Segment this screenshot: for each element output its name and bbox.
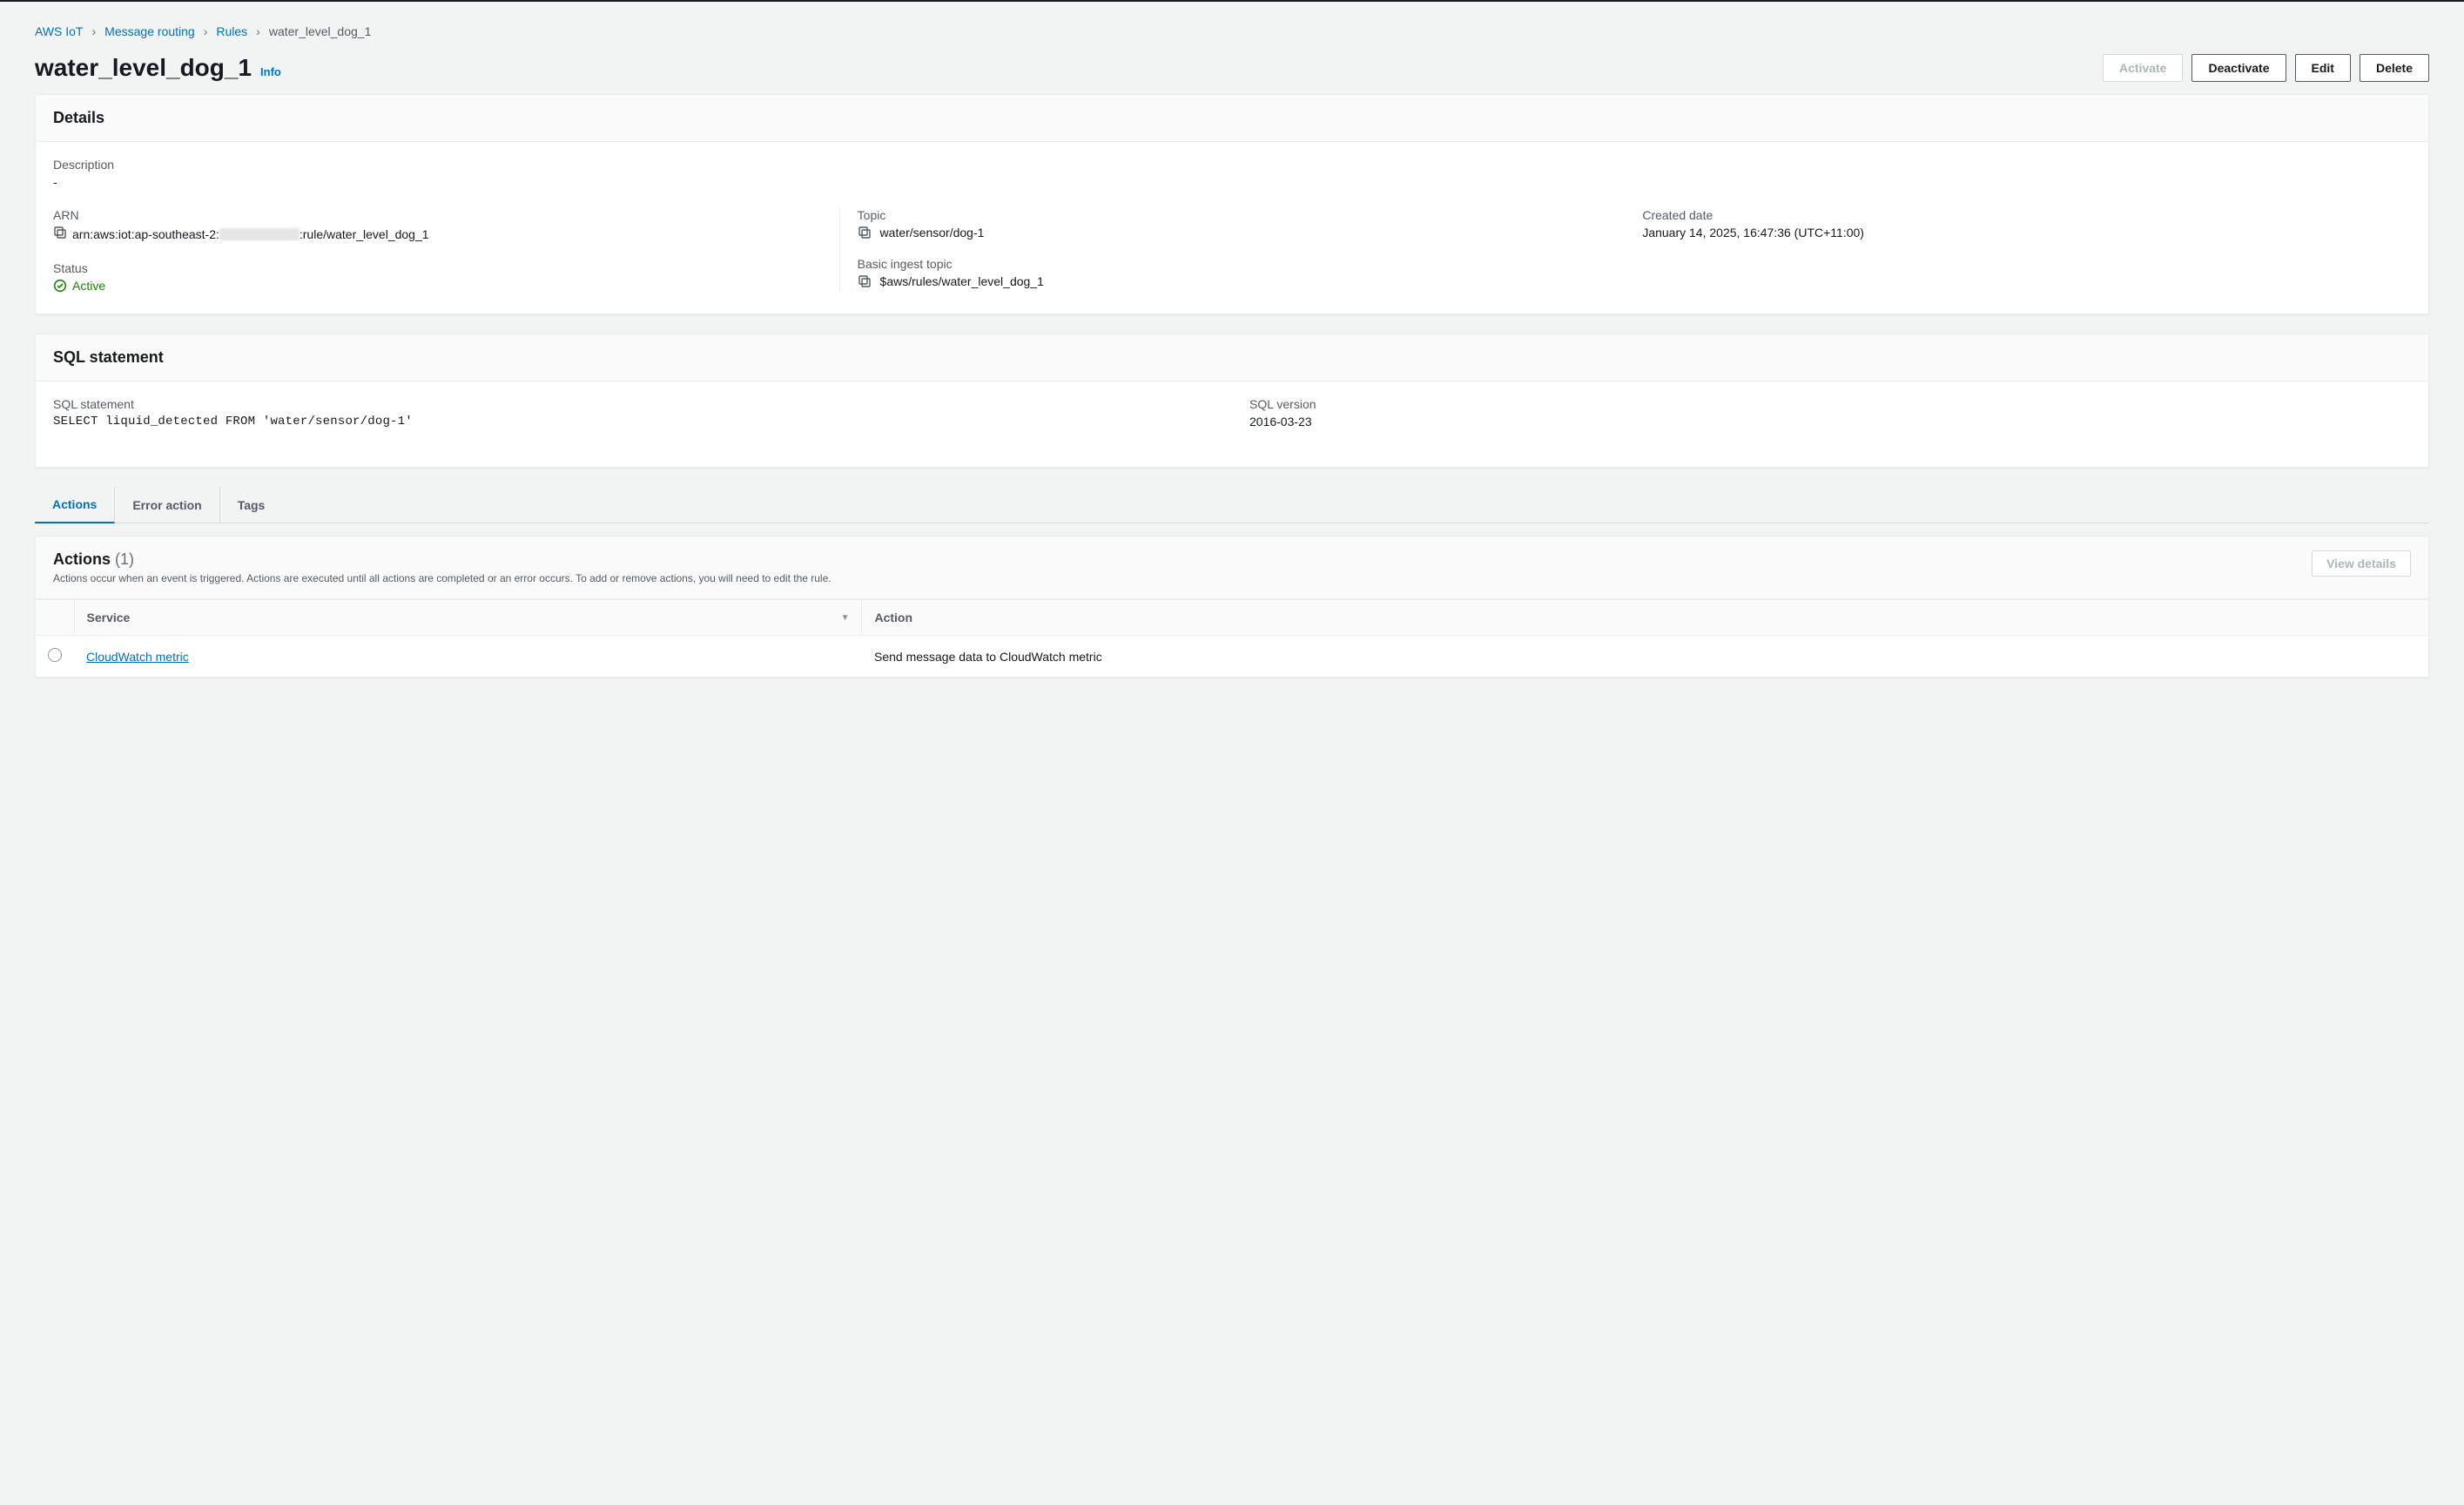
deactivate-button[interactable]: Deactivate <box>2191 54 2286 82</box>
actions-title-text: Actions <box>53 550 111 568</box>
details-panel-title: Details <box>53 109 2411 127</box>
sql-panel: SQL statement SQL statement SELECT liqui… <box>35 334 2429 468</box>
breadcrumb-current: water_level_dog_1 <box>269 24 372 38</box>
activate-button[interactable]: Activate <box>2103 54 2183 82</box>
topic-label: Topic <box>858 208 1608 222</box>
status-value: Active <box>53 279 822 293</box>
breadcrumb-aws-iot[interactable]: AWS IoT <box>35 24 84 38</box>
basic-ingest-label: Basic ingest topic <box>858 257 1608 271</box>
delete-button[interactable]: Delete <box>2360 54 2429 82</box>
row-select-radio[interactable] <box>48 648 62 662</box>
service-column-label: Service <box>87 611 131 624</box>
sql-version-value: 2016-03-23 <box>1249 415 2411 429</box>
arn-label: ARN <box>53 208 822 222</box>
service-link-cloudwatch-metric[interactable]: CloudWatch metric <box>86 650 189 664</box>
chevron-right-icon: › <box>92 24 97 38</box>
tab-tags[interactable]: Tags <box>220 487 283 523</box>
arn-suffix: :rule/water_level_dog_1 <box>300 227 429 241</box>
action-column-label: Action <box>874 611 912 624</box>
chevron-right-icon: › <box>256 24 260 38</box>
description-label: Description <box>53 158 2411 172</box>
sql-version-label: SQL version <box>1249 397 2411 411</box>
tab-actions[interactable]: Actions <box>35 487 115 523</box>
created-date-value: January 14, 2025, 16:47:36 (UTC+11:00) <box>1642 226 2393 240</box>
page-title: water_level_dog_1 <box>35 54 252 82</box>
actions-panel-description: Actions occur when an event is triggered… <box>53 572 831 584</box>
table-row[interactable]: CloudWatch metric Send message data to C… <box>36 636 2428 678</box>
sql-statement-label: SQL statement <box>53 397 1215 411</box>
breadcrumb-rules[interactable]: Rules <box>216 24 247 38</box>
sort-caret-icon: ▼ <box>841 613 850 623</box>
sql-panel-title: SQL statement <box>53 348 2411 367</box>
copy-icon[interactable] <box>53 226 67 240</box>
copy-icon[interactable] <box>858 226 872 240</box>
copy-icon[interactable] <box>858 274 872 288</box>
chevron-right-icon: › <box>204 24 208 38</box>
actions-count: (1) <box>115 550 134 568</box>
arn-value: arn:aws:iot:ap-southeast-2: :rule/water_l… <box>72 226 429 244</box>
tabs: Actions Error action Tags <box>35 487 2429 523</box>
status-label: Status <box>53 261 822 275</box>
actions-panel: Actions (1) Actions occur when an event … <box>35 536 2429 678</box>
topic-value: water/sensor/dog-1 <box>880 226 985 240</box>
description-value: - <box>53 175 2411 189</box>
breadcrumb: AWS IoT › Message routing › Rules › wate… <box>35 19 2429 38</box>
created-date-label: Created date <box>1642 208 2393 222</box>
basic-ingest-value: $aws/rules/water_level_dog_1 <box>880 274 1044 288</box>
info-link[interactable]: Info <box>260 65 281 78</box>
page-header: water_level_dog_1 Info Activate Deactiva… <box>35 54 2429 82</box>
edit-button[interactable]: Edit <box>2295 54 2351 82</box>
view-details-button[interactable]: View details <box>2312 550 2411 577</box>
actions-col-action[interactable]: Action <box>862 600 2428 636</box>
arn-redacted-account <box>219 228 300 240</box>
actions-col-select <box>36 600 74 636</box>
actions-table: Service ▼ Action CloudWatch metric <box>36 599 2428 677</box>
details-panel: Details Description - ARN <box>35 94 2429 314</box>
tab-error-action[interactable]: Error action <box>115 487 219 523</box>
sql-statement-value: SELECT liquid_detected FROM 'water/senso… <box>53 415 1215 429</box>
status-text: Active <box>72 279 105 293</box>
header-actions: Activate Deactivate Edit Delete <box>2103 54 2429 82</box>
breadcrumb-message-routing[interactable]: Message routing <box>104 24 195 38</box>
arn-prefix: arn:aws:iot:ap-southeast-2: <box>72 227 219 241</box>
check-circle-icon <box>53 279 67 293</box>
actions-col-service[interactable]: Service ▼ <box>74 600 862 636</box>
actions-panel-title: Actions (1) <box>53 550 831 569</box>
action-cell: Send message data to CloudWatch metric <box>862 636 2428 678</box>
